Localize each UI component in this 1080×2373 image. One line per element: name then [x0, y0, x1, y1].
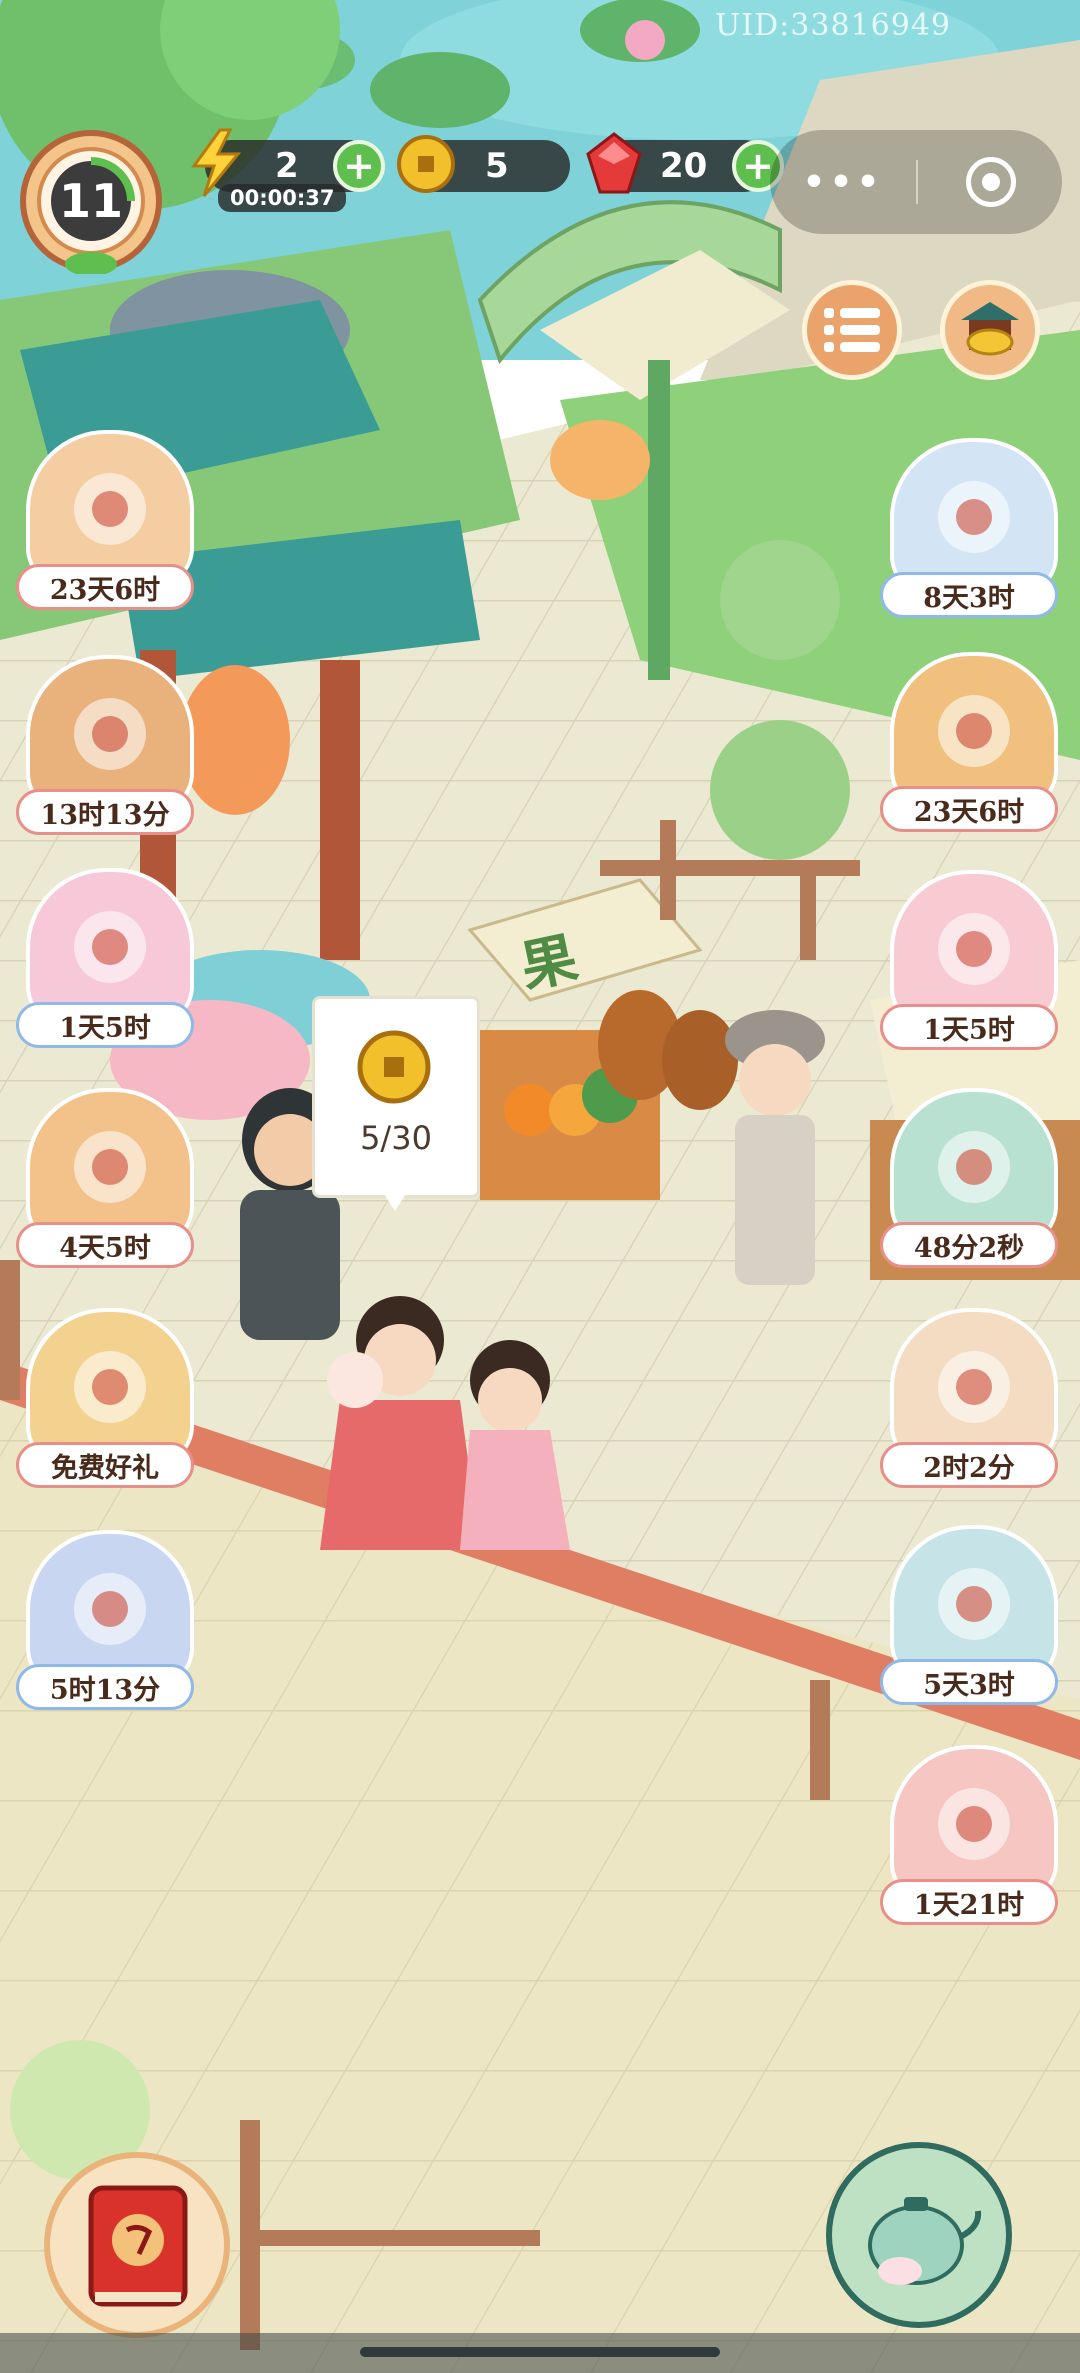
tea-pot-button[interactable]	[826, 2142, 1012, 2328]
right-event-timer: 8天3时	[880, 572, 1058, 618]
right-event-timer: 1天5时	[880, 1004, 1058, 1050]
right-event-3[interactable]: 1天5时	[880, 870, 1060, 1060]
lady-shop-icon-art	[938, 1788, 1010, 1860]
uid-label: UID:33816949	[715, 8, 951, 43]
level-number: 11	[58, 174, 123, 228]
cake-box-icon-art	[938, 1351, 1010, 1423]
right-event-6[interactable]: 5天3时	[880, 1525, 1060, 1715]
left-event-timer: 5时13分	[16, 1664, 194, 1710]
target-icon	[982, 173, 1000, 191]
coin-collect-bubble[interactable]: 5/30	[312, 996, 480, 1211]
free-gift-icon-art	[74, 1351, 146, 1423]
close-miniprogram-button[interactable]	[966, 157, 1016, 207]
right-event-timer: 23天6时	[880, 786, 1058, 832]
right-event-timer: 48分2秒	[880, 1222, 1058, 1268]
coin-progress-text: 5/30	[360, 1119, 432, 1157]
capsule-divider	[916, 160, 918, 204]
right-event-2[interactable]: 23天6时	[880, 652, 1060, 842]
treasure-shop-button[interactable]	[940, 280, 1040, 380]
copper-coin-icon	[397, 135, 455, 193]
level-badge[interactable]: 11	[18, 128, 164, 276]
red-gem-icon	[586, 132, 642, 194]
list-icon	[824, 308, 880, 352]
bubble-tail	[381, 1189, 409, 1211]
flying-cat-icon-art	[74, 1573, 146, 1645]
task-list-button[interactable]	[802, 280, 902, 380]
energy-regen-timer: 00:00:37	[218, 184, 347, 212]
left-event-timer: 免费好礼	[16, 1442, 194, 1488]
gold-ingot-shop-icon	[961, 302, 1019, 356]
right-event-5[interactable]: 2时2分	[880, 1308, 1060, 1498]
right-event-7[interactable]: 1天21时	[880, 1745, 1060, 1935]
right-event-timer: 2时2分	[880, 1442, 1058, 1488]
journal-book-button[interactable]	[44, 2152, 230, 2338]
left-event-1[interactable]: 23天6时	[16, 430, 196, 620]
left-event-3[interactable]: 1天5时	[16, 868, 196, 1058]
right-event-4[interactable]: 48分2秒	[880, 1088, 1060, 1278]
pink-cat-icon-art	[938, 913, 1010, 985]
treasure-chest-icon-art	[74, 698, 146, 770]
gift-cat-icon-art	[938, 1568, 1010, 1640]
left-event-6[interactable]: 5时13分	[16, 1530, 196, 1720]
treasure-cart-icon-art	[938, 1131, 1010, 1203]
left-event-timer: 13时13分	[16, 789, 194, 835]
energy-value: 2	[275, 146, 299, 186]
coin-value: 5	[485, 146, 509, 186]
gem-value: 20	[660, 146, 708, 186]
more-options-button[interactable]: •••	[770, 162, 916, 203]
golden-wheel-icon-art	[74, 1131, 146, 1203]
copper-coin-icon	[357, 1030, 431, 1104]
left-event-timer: 1天5时	[16, 1002, 194, 1048]
red-book-icon	[88, 2185, 188, 2307]
left-event-4[interactable]: 4天5时	[16, 1088, 196, 1278]
left-event-timer: 4天5时	[16, 1222, 194, 1268]
teapot-icon	[868, 2197, 982, 2285]
right-event-timer: 1天21时	[880, 1879, 1058, 1925]
left-event-timer: 23天6时	[16, 564, 194, 610]
home-indicator-bar[interactable]	[360, 2347, 720, 2357]
left-event-2[interactable]: 13时13分	[16, 655, 196, 845]
mini-program-capsule: •••	[770, 130, 1062, 234]
left-event-5[interactable]: 免费好礼	[16, 1308, 196, 1498]
add-energy-button[interactable]: +	[333, 140, 385, 192]
right-event-1[interactable]: 8天3时	[880, 438, 1060, 628]
right-event-timer: 5天3时	[880, 1659, 1058, 1705]
paper-scroll-bundle-icon-art	[74, 473, 146, 545]
flower-fan-icon-art	[74, 911, 146, 983]
red-envelope-icon-art	[938, 695, 1010, 767]
cloud-cat-icon-art	[938, 481, 1010, 553]
